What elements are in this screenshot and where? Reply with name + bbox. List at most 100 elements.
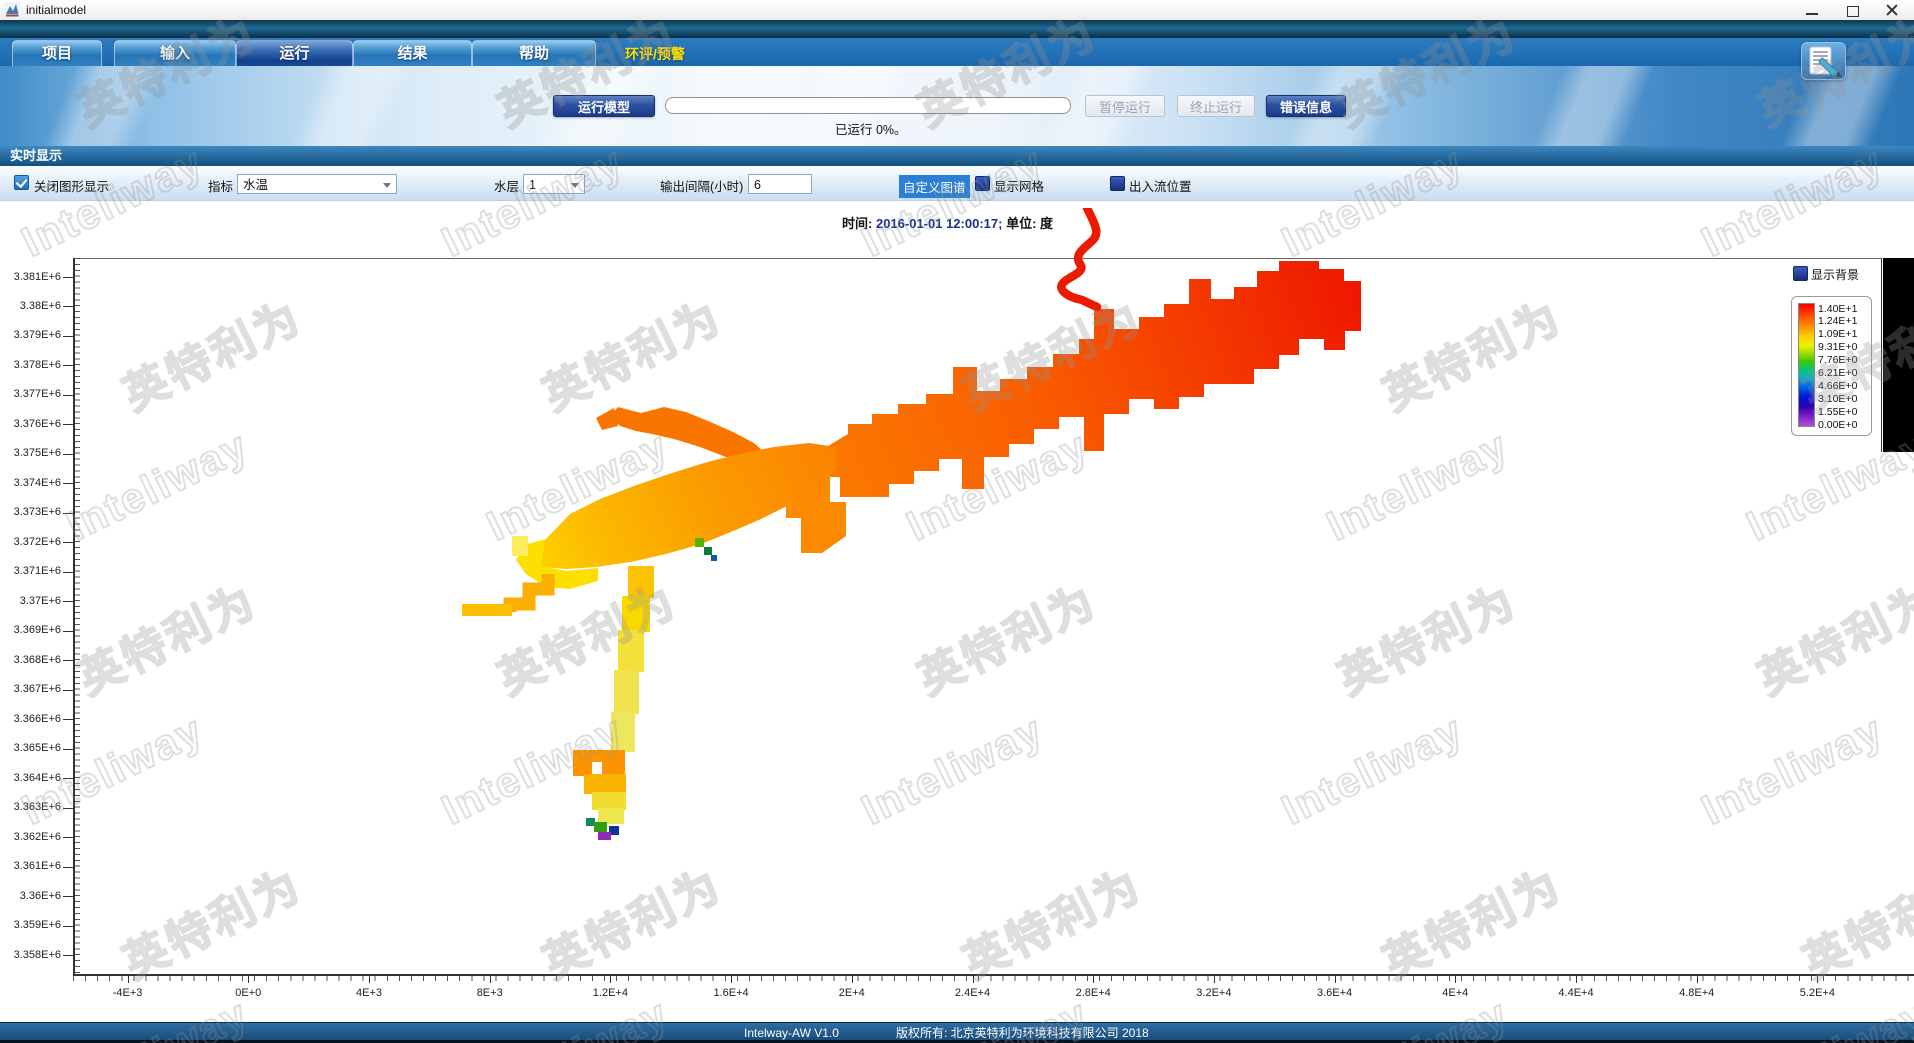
y-axis-tick [63,660,73,661]
interval-input[interactable]: 6 [748,174,812,194]
colorbar-value: 1.24E+1 [1818,315,1868,327]
colorbar-gradient [1798,303,1815,427]
x-axis-label: 3.6E+4 [1299,987,1371,999]
pause-run-button[interactable]: 暂停运行 [1085,95,1165,117]
y-axis-label: 3.362E+6 [3,831,61,843]
error-info-button[interactable]: 错误信息 [1266,95,1346,117]
close-graph-label: 关闭图形显示 [34,176,109,195]
y-axis-label: 3.38E+6 [3,300,61,312]
tab-env-warning[interactable]: 环评/预警 [625,44,685,64]
stop-run-button[interactable]: 终止运行 [1177,95,1255,117]
menu-tab-row: 项目 输入 运行 结果 帮助 环评/预警 [0,38,1914,66]
colorbar-value: 7.76E+0 [1818,354,1868,366]
y-axis-label: 3.369E+6 [3,624,61,636]
run-model-button[interactable]: 运行模型 [553,95,655,117]
y-axis-label: 3.361E+6 [3,860,61,872]
y-axis-label: 3.374E+6 [3,477,61,489]
y-axis-label: 3.359E+6 [3,919,61,931]
x-axis-tick [369,974,370,983]
y-axis-label: 3.379E+6 [3,329,61,341]
y-axis-tick [63,631,73,632]
y-axis-tick [63,513,73,514]
x-axis-label: 2.8E+4 [1057,987,1129,999]
colorbar-value: 6.21E+0 [1818,367,1868,379]
x-axis-label: 4E+3 [333,987,405,999]
x-axis-tick [1697,974,1698,983]
colorbar-value: 1.09E+1 [1818,328,1868,340]
x-axis-label: -4E+3 [92,987,164,999]
maximize-button[interactable] [1839,4,1865,17]
colorbar-value: 0.00E+0 [1818,419,1868,431]
x-axis-tick [1093,974,1094,983]
y-axis-tick [63,690,73,691]
y-axis-tick [63,601,73,602]
realtime-display-header: 实时显示 [0,146,1914,166]
colorbar-value: 3.10E+0 [1818,393,1868,405]
indicator-label: 指标 [208,176,233,195]
show-background-label: 显示背景 [1811,266,1859,283]
title-bar: initialmodel [0,0,1914,20]
y-axis-tick [63,395,73,396]
tab-project[interactable]: 项目 [12,40,102,67]
close-graph-checkbox[interactable] [14,175,29,190]
indicator-value: 水温 [243,178,268,192]
y-axis-tick [63,955,73,956]
minimize-button[interactable] [1799,4,1825,17]
interval-label: 输出间隔(小时) [660,176,743,195]
x-axis-tick [1455,974,1456,983]
colorbar-value: 1.55E+0 [1818,406,1868,418]
show-grid-label: 显示网格 [994,176,1044,195]
close-button[interactable] [1879,4,1905,17]
x-axis-minor-ticks [73,976,1914,981]
flow-position-label: 出入流位置 [1129,176,1192,195]
y-axis-tick [63,778,73,779]
y-axis-label: 3.375E+6 [3,447,61,459]
y-axis-label: 3.364E+6 [3,772,61,784]
y-axis-tick [63,277,73,278]
y-axis-label: 3.377E+6 [3,388,61,400]
x-axis-tick [1335,974,1336,983]
plot-right-border [1881,258,1882,452]
flow-position-checkbox[interactable] [1110,176,1125,191]
y-axis-label: 3.366E+6 [3,713,61,725]
y-axis-tick [63,336,73,337]
indicator-select[interactable]: 水温 [237,174,397,194]
x-axis-tick [1214,974,1215,983]
show-background-checkbox[interactable] [1793,266,1808,281]
y-axis-tick [63,365,73,366]
x-axis-label: 0E+0 [212,987,284,999]
y-axis-label: 3.363E+6 [3,801,61,813]
window-title: initialmodel [26,3,86,17]
application-window: initialmodel 项目 输入 运行 结果 帮助 环评/预警 运行模型 已… [0,0,1914,1043]
y-axis-tick [63,837,73,838]
colorbar-value: 9.31E+0 [1818,341,1868,353]
x-axis-tick [973,974,974,983]
tab-result[interactable]: 结果 [353,40,472,67]
report-edit-icon[interactable] [1801,42,1846,80]
y-axis-label: 3.37E+6 [3,595,61,607]
x-axis-tick [1576,974,1577,983]
x-axis-tick [610,974,611,983]
y-axis-label: 3.365E+6 [3,742,61,754]
controls-row: 关闭图形显示 指标 水温 水层 1 输出间隔(小时) 6 自定义图谱 显示网格 … [0,166,1914,201]
tab-help[interactable]: 帮助 [472,40,596,67]
y-axis-tick [63,424,73,425]
x-axis-tick [128,974,129,983]
show-grid-checkbox[interactable] [975,176,990,191]
y-axis-label: 3.367E+6 [3,683,61,695]
y-axis-label: 3.371E+6 [3,565,61,577]
tab-run[interactable]: 运行 [236,40,353,67]
river-temperature-heatmap [75,208,1914,975]
y-axis-label: 3.373E+6 [3,506,61,518]
x-axis-label: 1.2E+4 [574,987,646,999]
layer-select[interactable]: 1 [523,174,585,194]
y-axis-tick [63,867,73,868]
custom-spectrum-link[interactable]: 自定义图谱 [899,175,970,198]
x-axis-label: 8E+3 [454,987,526,999]
y-axis-label: 3.358E+6 [3,949,61,961]
tab-input[interactable]: 输入 [114,40,236,67]
chevron-down-icon [571,183,579,188]
x-axis-tick [490,974,491,983]
progress-bar [665,97,1071,114]
x-axis-tick [731,974,732,983]
